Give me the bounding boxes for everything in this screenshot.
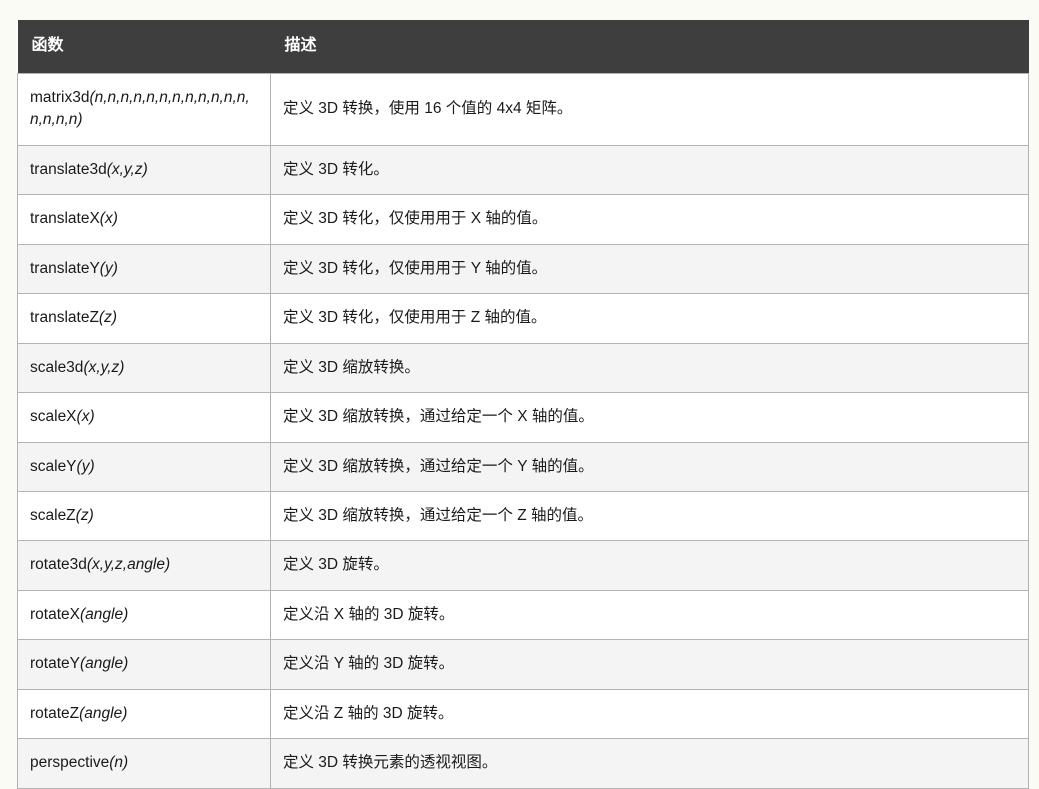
function-name: rotate3d bbox=[30, 556, 87, 574]
table-body: matrix3d(n,n,n,n,n,n,n,n,n,n,n,n,n,n,n,n… bbox=[17, 72, 1029, 789]
cell-description: 定义 3D 转化，仅使用用于 Y 轴的值。 bbox=[270, 243, 1029, 295]
cell-description: 定义 3D 转化。 bbox=[270, 144, 1029, 196]
cell-description: 定义 3D 旋转。 bbox=[270, 540, 1029, 591]
cell-function: scaleZ(z) bbox=[17, 491, 271, 542]
cell-function: scale3d(x,y,z) bbox=[17, 342, 271, 394]
function-arguments: (angle) bbox=[79, 655, 129, 673]
function-name: scale3d bbox=[30, 358, 84, 376]
cell-function: perspective(n) bbox=[17, 738, 271, 789]
table-row: scaleY(y) 定义 3D 缩放转换，通过给定一个 Y 轴的值。 bbox=[17, 441, 1029, 493]
cell-function: matrix3d(n,n,n,n,n,n,n,n,n,n,n,n,n,n,n,n… bbox=[17, 72, 271, 146]
table-row: scaleX(x) 定义 3D 缩放转换，通过给定一个 X 轴的值。 bbox=[17, 392, 1029, 443]
function-name: rotateZ bbox=[30, 704, 80, 722]
table-row: translateY(y) 定义 3D 转化，仅使用用于 Y 轴的值。 bbox=[17, 243, 1029, 295]
cell-function: scaleX(x) bbox=[17, 392, 271, 443]
cell-function: rotateX(angle) bbox=[17, 589, 271, 641]
table-row: perspective(n) 定义 3D 转换元素的透视视图。 bbox=[17, 738, 1029, 789]
cell-description: 定义 3D 缩放转换。 bbox=[270, 342, 1029, 394]
function-name: scaleZ bbox=[30, 507, 76, 525]
column-header-description: 描述 bbox=[270, 20, 1029, 74]
column-header-function: 函数 bbox=[17, 20, 271, 74]
cell-function: rotate3d(x,y,z,angle) bbox=[17, 540, 271, 591]
transform-functions-table: 函数 描述 matrix3d(n,n,n,n,n,n,n,n,n,n,n,n,n… bbox=[17, 20, 1029, 789]
cell-description: 定义 3D 转换，使用 16 个值的 4x4 矩阵。 bbox=[270, 72, 1029, 146]
function-arguments: (angle) bbox=[79, 605, 129, 623]
function-arguments: (x,y,z) bbox=[106, 160, 148, 178]
cell-description: 定义 3D 缩放转换，通过给定一个 Z 轴的值。 bbox=[270, 491, 1029, 542]
function-arguments: (x,y,z) bbox=[83, 358, 125, 376]
function-arguments: (x) bbox=[76, 408, 95, 426]
cell-function: scaleY(y) bbox=[17, 441, 271, 493]
function-arguments: (y) bbox=[76, 457, 95, 475]
function-name: scaleX bbox=[30, 408, 77, 426]
table-row: rotateX(angle) 定义沿 X 轴的 3D 旋转。 bbox=[17, 589, 1029, 641]
table-row: scale3d(x,y,z) 定义 3D 缩放转换。 bbox=[17, 342, 1029, 394]
function-name: translateX bbox=[30, 210, 100, 228]
cell-description: 定义沿 X 轴的 3D 旋转。 bbox=[270, 589, 1029, 641]
cell-description: 定义 3D 缩放转换，通过给定一个 X 轴的值。 bbox=[270, 392, 1029, 443]
function-name: translateY bbox=[30, 259, 100, 277]
function-name: translate3d bbox=[30, 160, 107, 178]
table-row: matrix3d(n,n,n,n,n,n,n,n,n,n,n,n,n,n,n,n… bbox=[17, 72, 1029, 146]
function-name: perspective bbox=[30, 754, 110, 772]
cell-description: 定义 3D 缩放转换，通过给定一个 Y 轴的值。 bbox=[270, 441, 1029, 493]
transform-functions-table-container: 函数 描述 matrix3d(n,n,n,n,n,n,n,n,n,n,n,n,n… bbox=[17, 20, 1029, 789]
cell-function: translateZ(z) bbox=[17, 293, 271, 344]
function-arguments: (z) bbox=[75, 507, 94, 525]
table-row: rotateZ(angle) 定义沿 Z 轴的 3D 旋转。 bbox=[17, 688, 1029, 740]
cell-function: rotateY(angle) bbox=[17, 639, 271, 690]
function-name: scaleY bbox=[30, 457, 77, 475]
cell-description: 定义沿 Z 轴的 3D 旋转。 bbox=[270, 688, 1029, 740]
function-name: translateZ bbox=[30, 309, 99, 327]
cell-function: translateY(y) bbox=[17, 243, 271, 295]
function-name: rotateY bbox=[30, 655, 80, 673]
table-row: translate3d(x,y,z) 定义 3D 转化。 bbox=[17, 144, 1029, 196]
table-row: rotateY(angle) 定义沿 Y 轴的 3D 旋转。 bbox=[17, 639, 1029, 690]
function-name: matrix3d bbox=[30, 88, 90, 106]
function-arguments: (x,y,z,angle) bbox=[86, 556, 171, 574]
cell-description: 定义沿 Y 轴的 3D 旋转。 bbox=[270, 639, 1029, 690]
function-name: rotateX bbox=[30, 605, 80, 623]
table-header: 函数 描述 bbox=[17, 20, 1029, 74]
table-row: translateZ(z) 定义 3D 转化，仅使用用于 Z 轴的值。 bbox=[17, 293, 1029, 344]
table-row: translateX(x) 定义 3D 转化，仅使用用于 X 轴的值。 bbox=[17, 194, 1029, 245]
cell-function: translateX(x) bbox=[17, 194, 271, 245]
function-arguments: (y) bbox=[99, 259, 118, 277]
function-arguments: (n) bbox=[109, 754, 129, 772]
function-arguments: (z) bbox=[98, 309, 117, 327]
cell-function: translate3d(x,y,z) bbox=[17, 144, 271, 196]
cell-description: 定义 3D 转化，仅使用用于 Z 轴的值。 bbox=[270, 293, 1029, 344]
function-arguments: (x) bbox=[99, 210, 118, 228]
table-row: rotate3d(x,y,z,angle) 定义 3D 旋转。 bbox=[17, 540, 1029, 591]
cell-description: 定义 3D 转化，仅使用用于 X 轴的值。 bbox=[270, 194, 1029, 245]
table-header-row: 函数 描述 bbox=[17, 20, 1029, 74]
cell-function: rotateZ(angle) bbox=[17, 688, 271, 740]
function-arguments: (angle) bbox=[79, 704, 128, 722]
cell-description: 定义 3D 转换元素的透视视图。 bbox=[270, 738, 1029, 789]
table-row: scaleZ(z) 定义 3D 缩放转换，通过给定一个 Z 轴的值。 bbox=[17, 491, 1029, 542]
